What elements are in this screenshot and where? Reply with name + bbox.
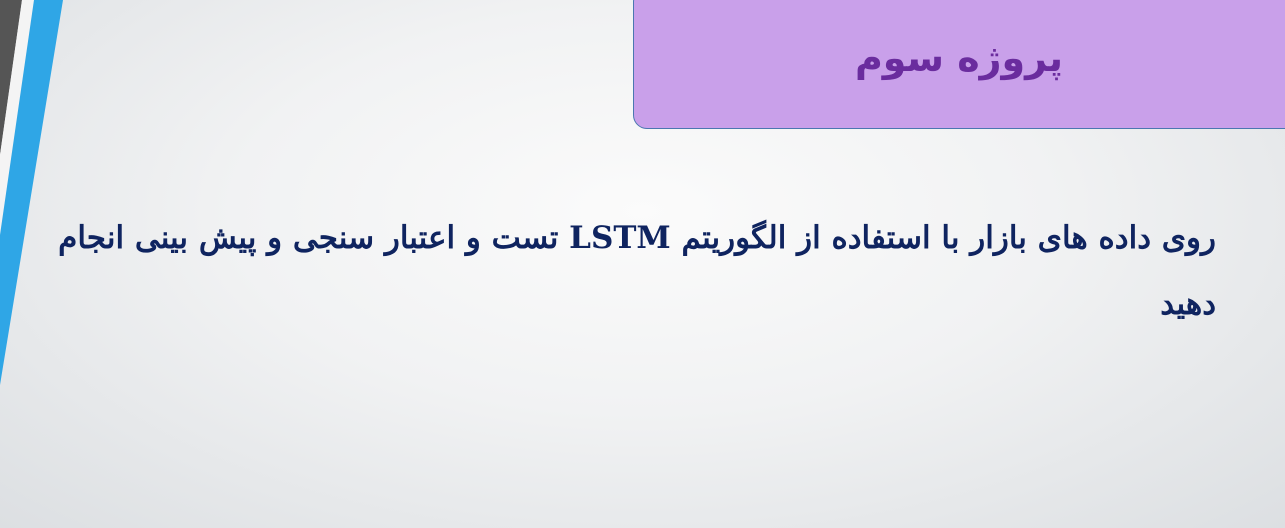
slide-title: پروژه سوم <box>854 36 1064 80</box>
light-stripe <box>0 0 34 235</box>
slide-body-text: روی داده های بازار با استفاده از الگوریت… <box>58 220 1216 322</box>
dark-stripe <box>0 0 22 155</box>
